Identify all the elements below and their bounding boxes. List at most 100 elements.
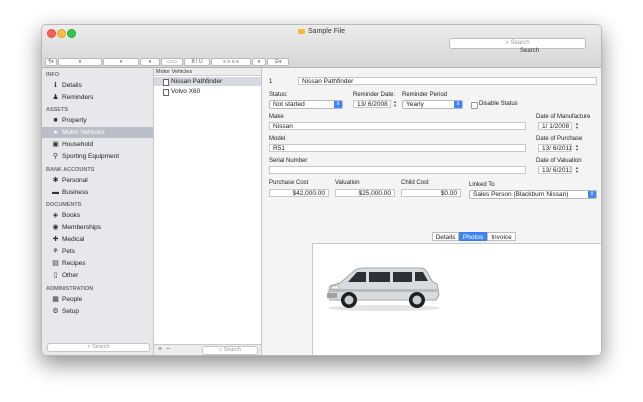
- chevron-down-icon: ⇕: [454, 101, 462, 108]
- name-field[interactable]: Nissan Pathfinder: [298, 77, 597, 85]
- sidebar-item-medical[interactable]: ✚ Medical: [42, 234, 153, 245]
- sidebar-search-field[interactable]: ⌕ Search: [47, 343, 150, 352]
- sidebar-item-business[interactable]: ▬ Business: [42, 187, 153, 198]
- vehicle-photo[interactable]: [324, 262, 442, 312]
- bike-icon: ⚲: [52, 153, 59, 160]
- font-style-popup[interactable]: ▾: [103, 58, 139, 66]
- linked-to-value: Sales Person (Blackburn Nissan): [473, 191, 569, 198]
- valuation-field[interactable]: $25,000.00: [335, 189, 395, 197]
- sidebar-item-household[interactable]: ▣ Household: [42, 139, 153, 150]
- sidebar-item-memberships[interactable]: ◉ Memberships: [42, 222, 153, 233]
- sidebar-item-other[interactable]: ▯ Other: [42, 270, 153, 281]
- serial-number-field[interactable]: [269, 166, 526, 174]
- sidebar-item-label: Sporting Equipment: [62, 153, 120, 160]
- membership-icon: ◉: [52, 224, 59, 231]
- date-of-purchase-stepper[interactable]: ▲ ▼: [574, 144, 580, 152]
- sidebar-item-pets[interactable]: ⚘ Pets: [42, 246, 153, 257]
- sidebar-item-label: Other: [62, 272, 79, 279]
- book-icon: ◈: [52, 212, 59, 219]
- list-footer: + − ⌕ Search: [154, 344, 261, 355]
- font-family-popup[interactable]: ▾: [58, 58, 102, 66]
- sidebar-item-motor-vehicles[interactable]: ● Motor Vehicles: [42, 127, 153, 138]
- app-window: Sample File ⌕ Search Search ¶▾ ▾ ▾ ▾ ▭▭ …: [41, 24, 602, 356]
- reminder-date-stepper[interactable]: ▲ ▼: [392, 100, 398, 108]
- record-number: 1: [269, 79, 273, 85]
- line-spacing-popup[interactable]: ▾: [252, 58, 266, 66]
- list-style-popup[interactable]: ☰▾: [267, 58, 289, 66]
- window-title-text: Sample File: [308, 28, 345, 35]
- sidebar-item-label: Memberships: [62, 224, 102, 231]
- sidebar-item-personal[interactable]: ✱ Personal: [42, 175, 153, 186]
- sidebar-item-people[interactable]: ▦ People: [42, 294, 153, 305]
- model-field[interactable]: R51: [269, 144, 526, 152]
- status-popup[interactable]: Not started ⇕: [269, 100, 343, 109]
- purchase-cost-field[interactable]: $42,000.00: [269, 189, 329, 197]
- sidebar-item-label: Recipes: [62, 260, 86, 267]
- reminder-period-label: Reminder Period: [402, 92, 448, 98]
- car-icon: ●: [53, 129, 58, 136]
- title-bar: Sample File ⌕ Search Search ¶▾ ▾ ▾ ▾ ▭▭ …: [42, 25, 601, 68]
- linked-to-popup[interactable]: Sales Person (Blackburn Nissan) ⇕: [469, 190, 597, 199]
- bell-icon: ♟: [52, 94, 59, 101]
- tv-icon: ▣: [52, 141, 59, 148]
- list-column-header[interactable]: Motor Vehicles: [154, 68, 261, 76]
- purchase-cost-label: Purchase Cost: [269, 180, 309, 186]
- sidebar-item-setup[interactable]: ⚙ Setup: [42, 306, 153, 317]
- people-icon: ▦: [52, 296, 59, 303]
- person-icon: ✱: [52, 177, 59, 184]
- remove-record-button[interactable]: −: [166, 346, 170, 353]
- sidebar-header-bank-accounts: BANK ACCOUNTS: [46, 167, 95, 173]
- list-search-field[interactable]: ⌕ Search: [202, 346, 258, 355]
- tab-photos[interactable]: Photos: [459, 232, 487, 241]
- sidebar-item-label: Details: [62, 82, 82, 89]
- toolbar-search-placeholder: Search: [510, 40, 530, 46]
- sidebar-item-label: People: [62, 296, 83, 303]
- sidebar-item-reminders[interactable]: ♟ Reminders: [42, 92, 153, 103]
- list-item[interactable]: Volvo X60: [154, 87, 261, 96]
- reminder-period-popup[interactable]: Yearly ⇕: [402, 100, 463, 109]
- bold-italic-underline-buttons[interactable]: B I U: [184, 58, 210, 66]
- sidebar-item-sporting-equipment[interactable]: ⚲ Sporting Equipment: [42, 151, 153, 162]
- date-of-manufacture-stepper[interactable]: ▲ ▼: [574, 122, 580, 130]
- record-list: Motor Vehicles Nissan Pathfinder Volvo X…: [154, 68, 262, 355]
- style-popup[interactable]: ¶▾: [45, 58, 57, 66]
- toolbar-search-label: Search: [519, 48, 539, 54]
- sidebar-item-details[interactable]: ℹ Details: [42, 80, 153, 91]
- detail-pane: 1 Nissan Pathfinder Status: Not started …: [262, 68, 601, 355]
- reminder-date-field[interactable]: 13/ 6/2008: [353, 100, 391, 108]
- sidebar-item-books[interactable]: ◈ Books: [42, 210, 153, 221]
- tab-details[interactable]: Details: [432, 232, 459, 241]
- alignment-buttons[interactable]: ≡ ≡ ≡ ≡: [211, 58, 251, 66]
- document-icon: [163, 79, 169, 86]
- color-buttons[interactable]: ▭▭: [161, 58, 183, 66]
- reminder-period-value: Yearly: [406, 101, 424, 108]
- date-of-valuation-stepper[interactable]: ▲ ▼: [574, 166, 580, 174]
- date-of-valuation-field[interactable]: 13/ 6/2013: [538, 166, 572, 174]
- date-of-manufacture-field[interactable]: 1/ 1/2008: [538, 122, 572, 130]
- add-record-button[interactable]: +: [158, 346, 162, 353]
- chevron-down-icon: ⇕: [334, 101, 342, 108]
- disable-status-label: Disable Status: [479, 101, 518, 107]
- toolbar-search-field[interactable]: ⌕ Search: [449, 38, 586, 49]
- disable-status-checkbox[interactable]: [471, 102, 478, 109]
- sidebar-item-recipes[interactable]: ▤ Recipes: [42, 258, 153, 269]
- briefcase-icon: ▬: [52, 189, 59, 196]
- tab-invoice[interactable]: Invoice: [487, 232, 516, 241]
- sidebar-item-property[interactable]: ■ Property: [42, 115, 153, 126]
- sidebar-header-assets: ASSETS: [46, 107, 69, 113]
- date-of-purchase-field[interactable]: 13/ 6/2011: [538, 144, 572, 152]
- model-label: Model: [269, 136, 286, 142]
- list-item[interactable]: Nissan Pathfinder: [154, 77, 261, 86]
- sidebar-item-label: Business: [62, 189, 89, 196]
- make-field[interactable]: Nissan: [269, 122, 526, 130]
- linked-to-label: Linked To: [469, 182, 495, 188]
- child-cost-field[interactable]: $0.00: [401, 189, 461, 197]
- sidebar-header-documents: DOCUMENTS: [46, 202, 82, 208]
- gear-icon: ⚙: [52, 308, 59, 315]
- font-size-popup[interactable]: ▾: [140, 58, 160, 66]
- medical-icon: ✚: [52, 236, 59, 243]
- sidebar-item-label: Setup: [62, 308, 79, 315]
- search-icon: ⌕: [87, 344, 91, 350]
- list-search-placeholder: Search: [223, 347, 242, 353]
- date-of-valuation-label: Date of Valuation: [536, 158, 582, 164]
